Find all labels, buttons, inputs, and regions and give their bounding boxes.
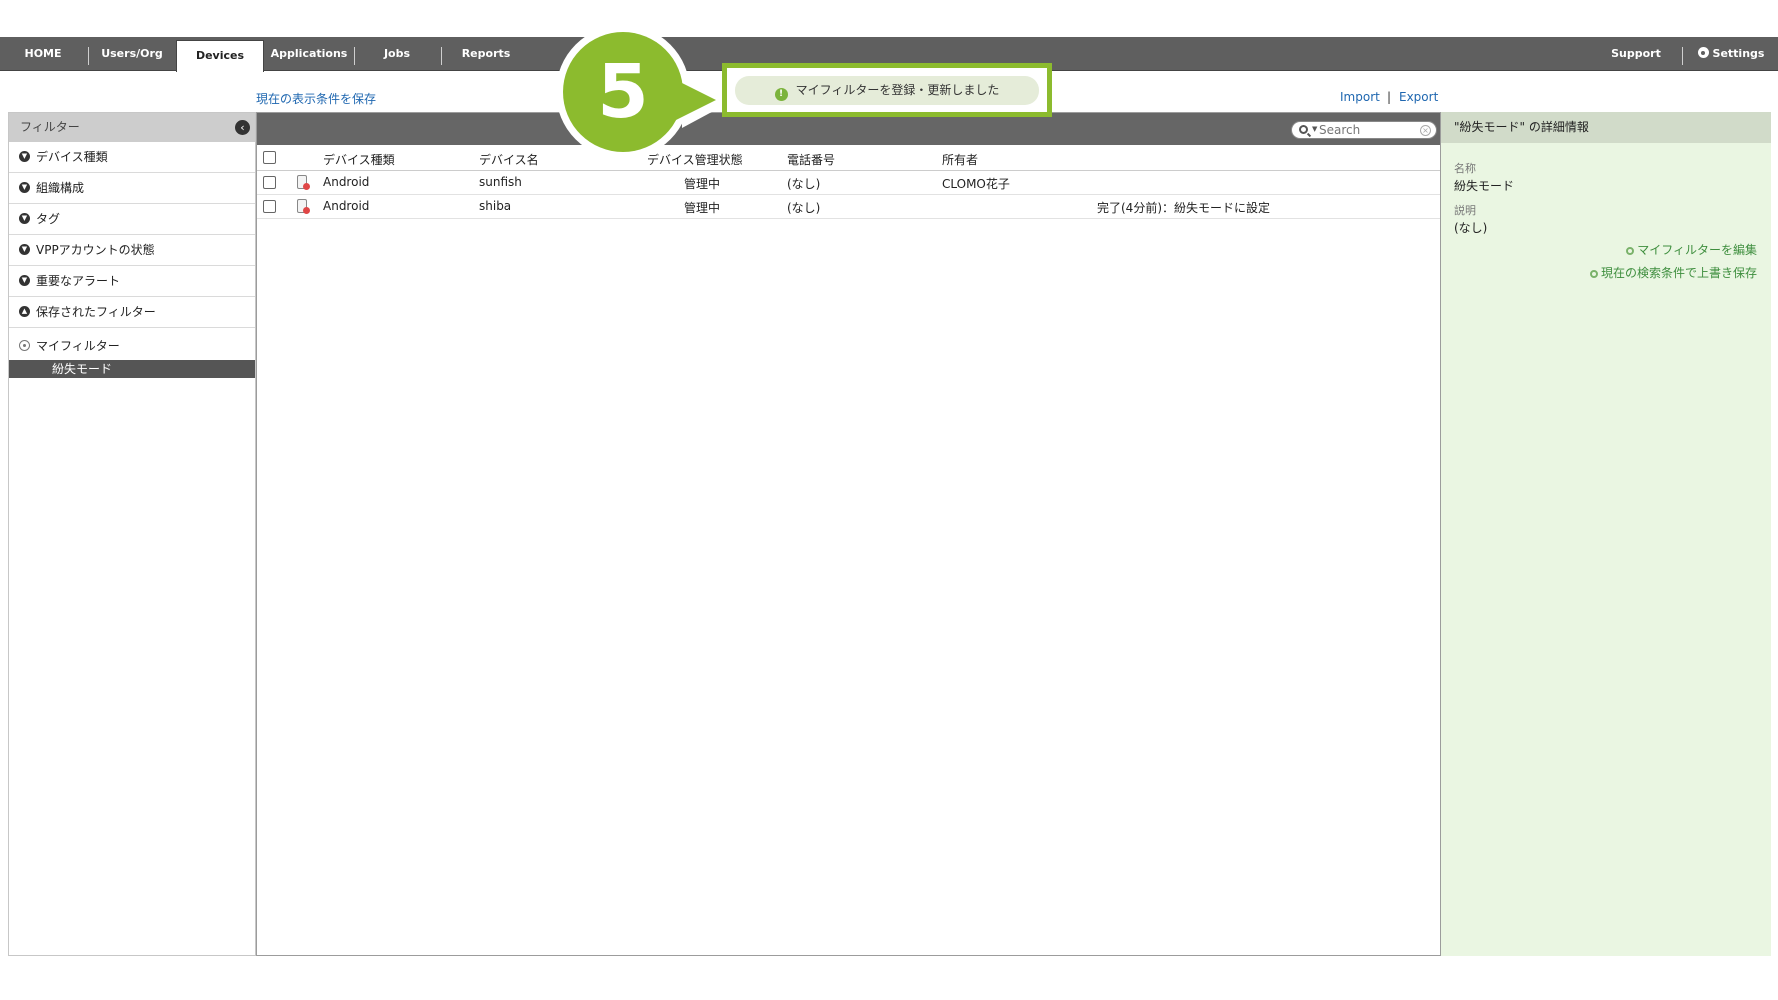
edit-my-filter-label: マイフィルターを編集 [1637,243,1757,257]
overwrite-save-label: 現在の検索条件で上書き保存 [1600,266,1757,280]
export-link[interactable]: Export [1399,90,1438,104]
my-filter-group[interactable]: マイフィルター [9,332,255,360]
filter-label: タグ [36,212,61,226]
sidebar-title: フィルター [20,120,80,134]
search-icon[interactable] [1299,125,1308,134]
chevron-down-icon: ▼ [19,213,30,224]
chevron-down-icon: ▼ [19,244,30,255]
tab-devices[interactable]: Devices [176,40,264,72]
table-row[interactable]: Android shiba 管理中 (なし) 完了(4分前)：紛失モードに設定 [257,195,1440,219]
name-label: 名称 [1454,162,1476,175]
row-checkbox[interactable] [263,200,276,213]
column-device-type[interactable]: デバイス種類 [323,151,395,168]
filter-detail-panel: "紛失モード" の詳細情報 名称 紛失モード 説明 (なし) マイフィルターを編… [1441,112,1771,956]
cell-owner: CLOMO花子 [942,177,1010,191]
my-filter-label: マイフィルター [36,339,120,353]
tab-jobs[interactable]: Jobs [355,37,439,71]
filter-tags[interactable]: ▼ タグ [9,204,255,235]
overwrite-save-link[interactable]: 現在の検索条件で上書き保存 [1589,264,1757,281]
chevron-down-icon: ▼ [19,275,30,286]
column-management-status[interactable]: デバイス管理状態 [647,151,743,168]
tab-divider [1682,47,1683,65]
cell-device-name[interactable]: shiba [479,199,511,213]
success-notice: ! マイフィルターを登録・更新しました [735,76,1039,105]
import-link[interactable]: Import [1340,90,1380,104]
filter-label: デバイス種類 [36,150,108,164]
caret-down-icon[interactable]: ▼ [1312,125,1317,133]
cell-phone-number: (なし) [787,177,821,191]
link-separator: | [1387,90,1392,104]
column-owner[interactable]: 所有者 [942,151,978,168]
list-toolbar: ▼ × [257,113,1440,145]
description-label: 説明 [1454,204,1476,217]
info-icon: ! [774,88,788,101]
search-input[interactable] [1319,123,1417,137]
bullet-icon [1589,270,1598,278]
notice-highlight-frame: ! マイフィルターを登録・更新しました [722,63,1052,117]
select-all-checkbox[interactable] [263,151,276,164]
filter-vpp-status[interactable]: ▼ VPPアカウントの状態 [9,235,255,266]
tab-applications[interactable]: Applications [265,37,353,71]
gear-icon [1697,47,1709,58]
step-number-badge: 5 [563,32,683,152]
filter-device-type[interactable]: ▼ デバイス種類 [9,142,255,173]
description-value: (なし) [1454,221,1488,235]
filter-label: 組織構成 [36,181,85,195]
support-link[interactable]: Support [1601,37,1671,71]
bullet-icon [1626,247,1635,255]
chevron-up-icon: ▲ [19,306,30,317]
detail-header: "紛失モード" の詳細情報 [1441,112,1771,143]
my-filter-item-lost-mode[interactable]: 紛失モード [9,360,255,378]
edit-my-filter-link[interactable]: マイフィルターを編集 [1626,241,1757,258]
filter-important-alerts[interactable]: ▼ 重要なアラート [9,266,255,297]
filter-org-structure[interactable]: ▼ 組織構成 [9,173,255,204]
tab-reports[interactable]: Reports [442,37,530,71]
filter-label: VPPアカウントの状態 [36,243,155,257]
cell-device-name[interactable]: sunfish [479,175,522,189]
column-phone-number[interactable]: 電話番号 [787,151,835,168]
cell-job-note: 完了(4分前)：紛失モードに設定 [1097,201,1270,215]
name-value: 紛失モード [1454,179,1515,193]
notice-message: マイフィルターを登録・更新しました [795,83,1000,97]
filter-saved-filters[interactable]: ▲ 保存されたフィルター [9,297,255,328]
settings-link[interactable]: Settings [1690,37,1772,71]
settings-label: Settings [1712,47,1765,60]
clear-icon[interactable]: × [1420,125,1431,136]
collapse-icon[interactable]: ‹ [235,120,250,135]
tab-home[interactable]: HOME [0,37,86,71]
android-device-icon [297,175,310,190]
chevron-down-icon: ▼ [19,151,30,162]
filter-label: 保存されたフィルター [36,305,156,319]
column-device-name[interactable]: デバイス名 [479,151,539,168]
radio-icon [19,340,30,351]
cell-management-status: 管理中 [684,177,721,191]
cell-phone-number: (なし) [787,201,821,215]
filter-sidebar: フィルター ‹ ▼ デバイス種類 ▼ 組織構成 ▼ タグ ▼ VPPアカウントの状態 ▼… [8,112,256,956]
device-list-panel: ▼ × デバイス種類 デバイス名 デバイス管理状態 電話番号 所有者 Andro… [256,112,1441,956]
table-header: デバイス種類 デバイス名 デバイス管理状態 電話番号 所有者 [257,145,1440,171]
table-row[interactable]: Android sunfish 管理中 (なし) CLOMO花子 [257,171,1440,195]
filter-label: 重要なアラート [36,274,121,288]
search-box[interactable]: ▼ × [1291,121,1437,139]
cell-management-status: 管理中 [684,201,721,215]
chevron-down-icon: ▼ [19,182,30,193]
cell-device-type: Android [323,175,370,189]
row-checkbox[interactable] [263,176,276,189]
sidebar-header: フィルター ‹ [9,113,255,142]
tab-users-org[interactable]: Users/Org [89,37,175,71]
android-device-icon [297,199,310,214]
save-view-link[interactable]: 現在の表示条件を保存 [256,90,376,107]
cell-device-type: Android [323,199,370,213]
